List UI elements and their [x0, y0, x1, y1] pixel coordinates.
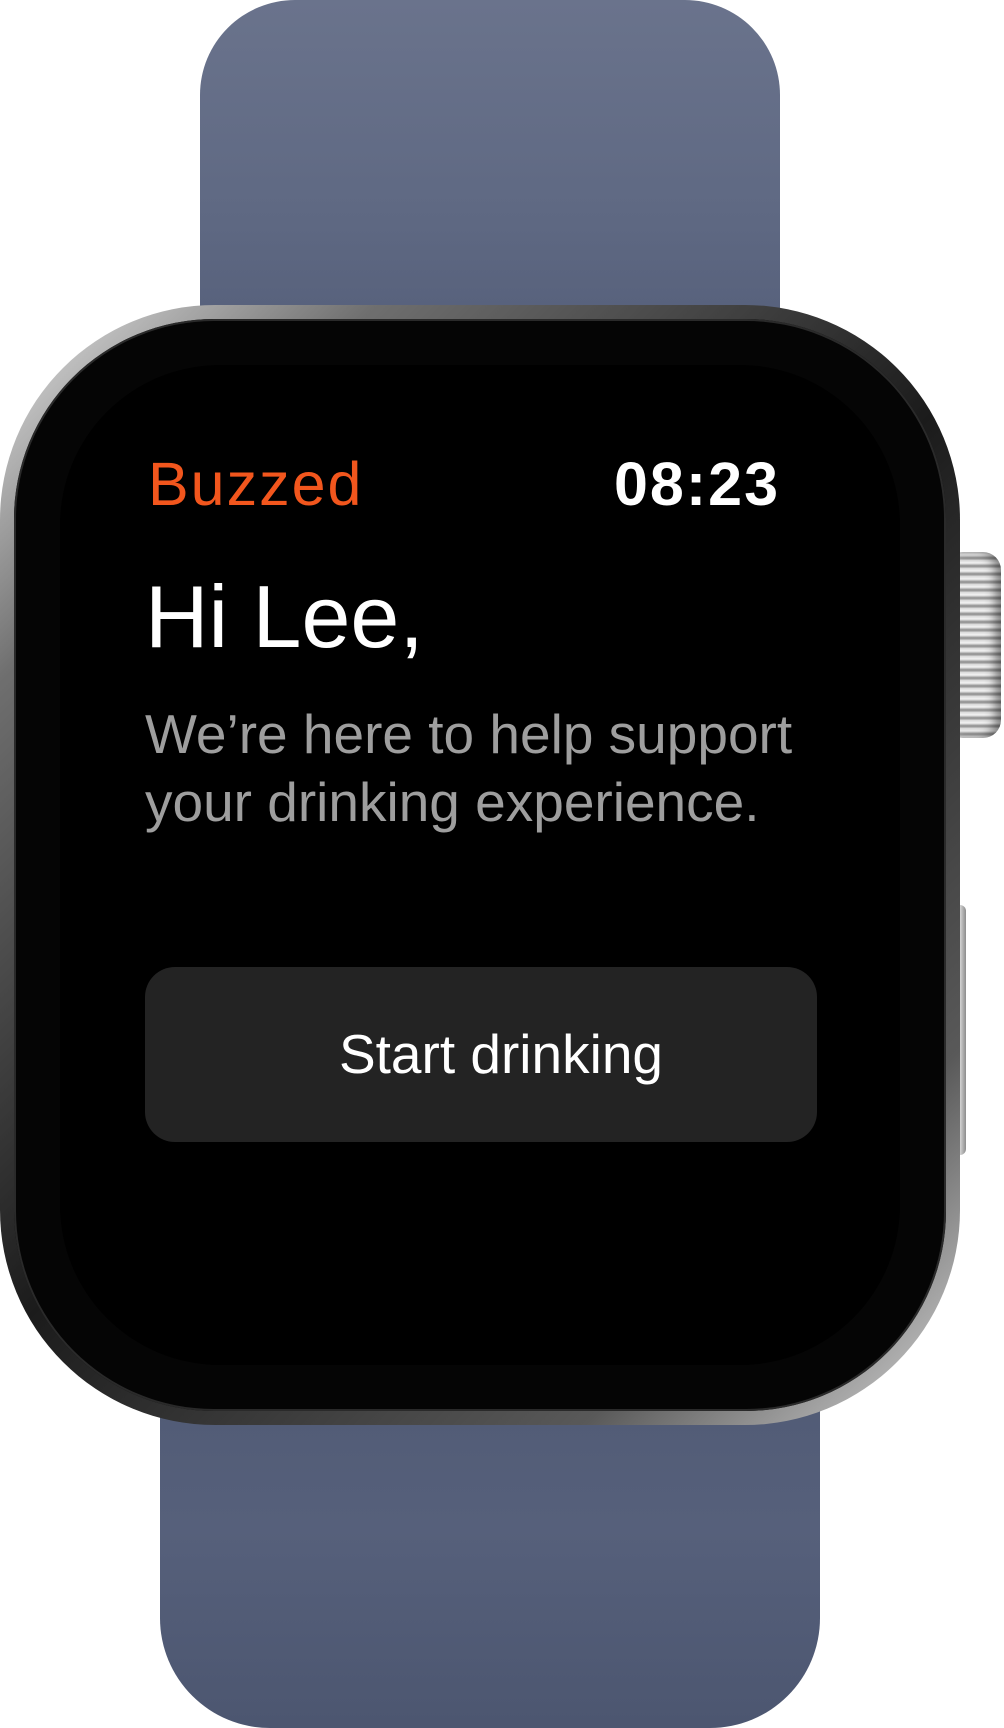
- watch-screen: Buzzed 08:23 Hi Lee, We’re here to help …: [60, 365, 900, 1365]
- greeting-heading: Hi Lee,: [145, 567, 424, 666]
- status-clock: 08:23: [613, 450, 780, 518]
- start-drinking-label: Start drinking: [338, 1023, 664, 1085]
- app-title: Buzzed: [148, 450, 364, 518]
- start-drinking-button[interactable]: Start drinking: [145, 967, 817, 1142]
- welcome-message: We’re here to help support your drinking…: [145, 703, 793, 833]
- watch-mockup: Buzzed 08:23 Hi Lee, We’re here to help …: [0, 0, 1004, 1728]
